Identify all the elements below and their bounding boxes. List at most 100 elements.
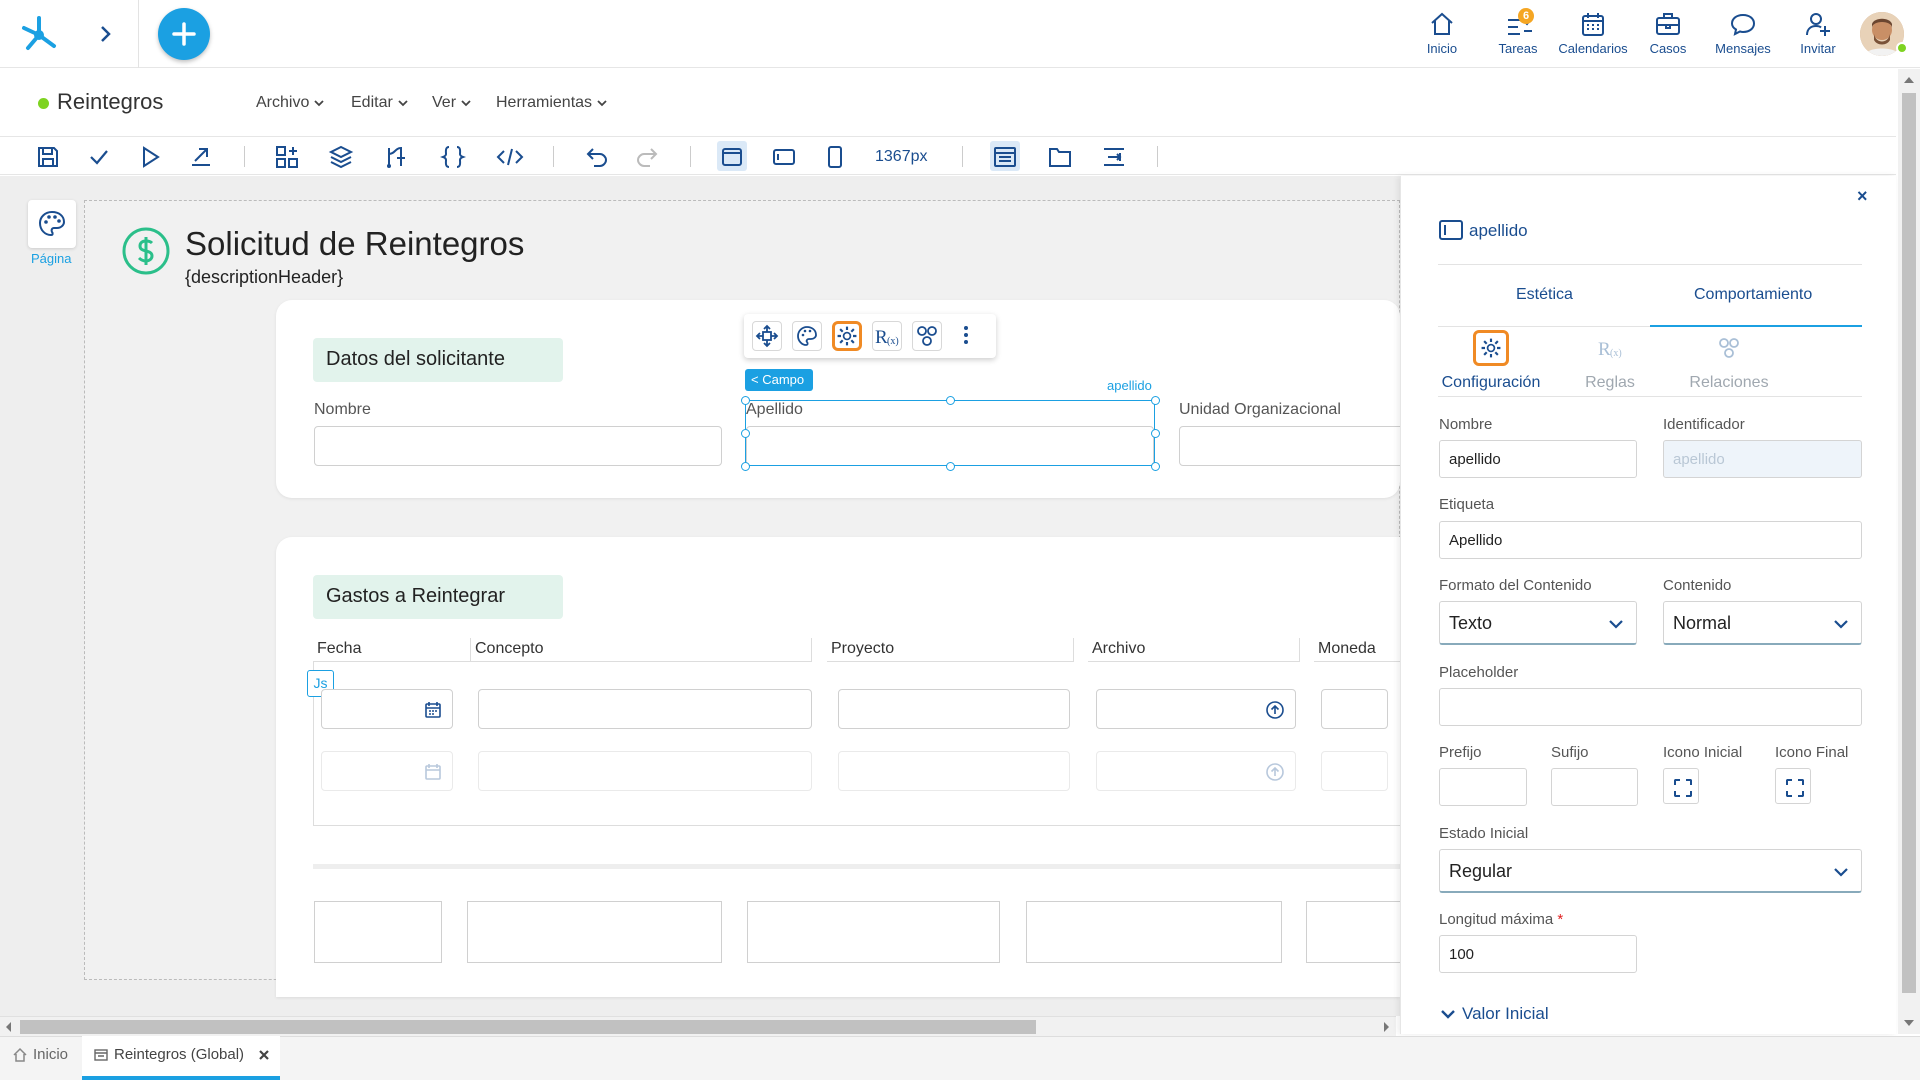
nombre-input[interactable]: apellido [1439,440,1637,478]
resize-handle[interactable] [741,429,750,438]
resize-handle[interactable] [1151,396,1160,405]
tablet-view-button[interactable] [771,144,797,170]
mobile-view-button[interactable] [822,144,848,170]
fecha-cell[interactable] [321,751,453,791]
tab-estetica[interactable]: Estética [1516,286,1573,304]
label-sufijo: Sufijo [1551,744,1589,761]
fecha-cell[interactable] [321,689,453,729]
bottom-tab-inicio[interactable]: Inicio [12,1046,68,1063]
contenido-select[interactable]: Normal [1663,601,1862,645]
redo-button[interactable] [634,144,660,170]
save-icon [38,147,58,167]
bottom-cell[interactable] [467,901,722,963]
concepto-cell[interactable] [478,751,812,791]
variables-button[interactable] [440,144,466,170]
layers-button[interactable] [328,144,354,170]
relations-button[interactable] [912,321,942,351]
unidad-organizacional-field[interactable] [1179,426,1409,466]
vertical-scrollbar[interactable] [1898,69,1920,1034]
nav-casos[interactable]: Casos [1630,10,1706,56]
nav-mensajes[interactable]: Mensajes [1705,10,1781,56]
resize-handle[interactable] [1151,429,1160,438]
scroll-down-icon[interactable] [1904,1019,1914,1027]
tabs-toggle-button[interactable] [1047,144,1073,170]
proyecto-cell[interactable] [838,689,1070,729]
icono-inicial-picker[interactable] [1663,768,1699,804]
config-button[interactable] [832,321,862,351]
nav-invitar[interactable]: Invitar [1780,10,1856,56]
prefijo-input[interactable] [1439,768,1527,806]
panel-divider [1438,264,1862,265]
move-button[interactable] [752,321,782,351]
scroll-left-icon[interactable] [5,1022,13,1032]
menu-editar[interactable]: Editar [351,94,409,112]
concepto-cell[interactable] [478,689,812,729]
estado-select[interactable]: Regular [1439,849,1862,893]
page-style-button[interactable] [28,200,76,248]
more-options-button[interactable] [952,321,982,351]
formato-select[interactable]: Texto [1439,601,1637,645]
bottom-cell[interactable] [747,901,1000,963]
validate-button[interactable] [86,144,112,170]
etiqueta-input[interactable]: Apellido [1439,521,1862,559]
form-title: Solicitud de Reintegros [185,225,525,262]
longitud-input[interactable]: 100 [1439,935,1637,973]
scroll-right-icon[interactable] [1382,1022,1390,1032]
tab-comportamiento[interactable]: Comportamiento [1694,286,1812,304]
horizontal-scrollbar[interactable] [0,1016,1396,1036]
placeholder-input[interactable] [1439,688,1862,726]
upload-icon [1266,763,1284,781]
resize-handle[interactable] [946,396,955,405]
resize-handle[interactable] [741,396,750,405]
menu-ver[interactable]: Ver [432,94,472,112]
header-toggle-button[interactable] [992,144,1018,170]
code-button[interactable] [496,144,524,170]
close-icon[interactable]: × [1857,186,1868,207]
components-button[interactable] [274,144,300,170]
subtab-configuracion[interactable]: Configuración [1431,330,1551,392]
nav-calendarios[interactable]: Calendarios [1555,10,1631,56]
nombre-field[interactable] [314,426,722,466]
app-logo-icon[interactable] [18,12,60,54]
bottom-cell[interactable] [314,901,442,963]
bottom-cell[interactable] [1306,901,1400,963]
menu-herramientas[interactable]: Herramientas [496,94,608,112]
moneda-cell[interactable] [1321,689,1388,729]
new-button[interactable] [158,8,210,60]
nav-label: Tareas [1498,41,1538,56]
valor-inicial-toggle[interactable]: Valor Inicial [1440,1004,1549,1024]
data-model-button[interactable] [383,144,409,170]
icono-final-picker[interactable] [1775,768,1811,804]
subtab-reglas[interactable]: R (x) Reglas [1550,330,1670,392]
moneda-cell[interactable] [1321,751,1388,791]
bottom-cell[interactable] [1026,901,1282,963]
publish-button[interactable] [188,144,214,170]
nav-inicio[interactable]: Inicio [1404,10,1480,56]
proyecto-cell[interactable] [838,751,1070,791]
rules-button[interactable]: R (x) [872,321,902,351]
style-button[interactable] [792,321,822,351]
resize-handle[interactable] [741,462,750,471]
menu-archivo[interactable]: Archivo [256,94,325,112]
resize-handle[interactable] [1151,462,1160,471]
resize-handle[interactable] [946,462,955,471]
nav-tareas[interactable]: 6 Tareas [1480,8,1556,56]
save-button[interactable] [35,144,61,170]
close-tab-icon[interactable] [258,1049,270,1061]
run-button[interactable] [137,144,163,170]
vertical-scroll-thumb[interactable] [1902,93,1916,993]
viewport-width[interactable]: 1367px [875,148,928,166]
align-button[interactable] [1101,144,1127,170]
parent-field-tag[interactable]: < Campo [745,369,813,391]
briefcase-icon [1656,13,1680,35]
expand-chevron-icon[interactable] [96,22,116,46]
desktop-view-button[interactable] [719,144,745,170]
scroll-up-icon[interactable] [1904,76,1914,84]
undo-button[interactable] [584,144,610,170]
sufijo-input[interactable] [1551,768,1638,806]
archivo-cell[interactable] [1096,689,1296,729]
subtab-relaciones[interactable]: Relaciones [1669,330,1789,392]
archivo-cell[interactable] [1096,751,1296,791]
bottom-tab-reintegros[interactable]: Reintegros (Global) [93,1046,270,1063]
horizontal-scroll-thumb[interactable] [20,1020,1036,1034]
